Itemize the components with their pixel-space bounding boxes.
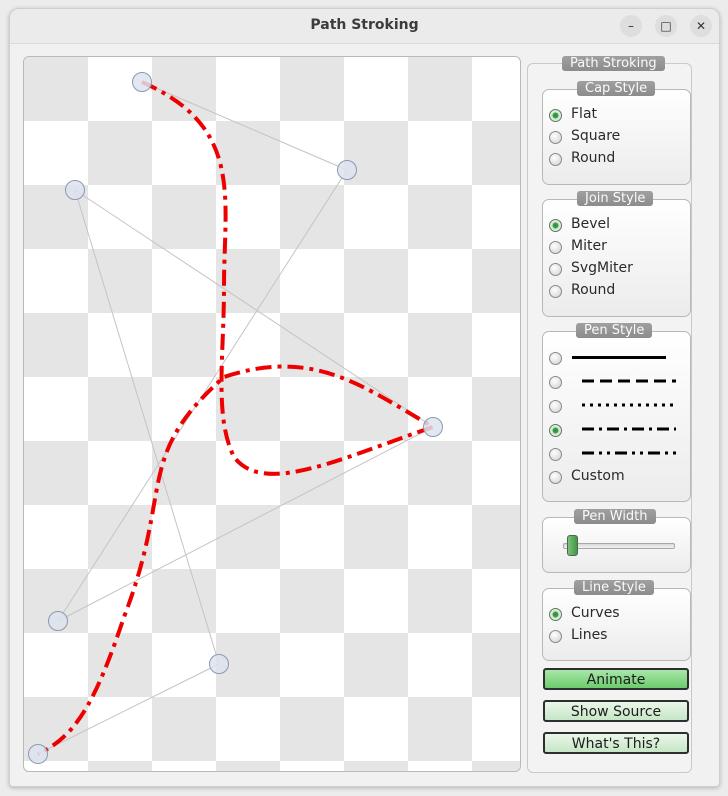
join-svgmiter-label[interactable]: SvgMiter <box>571 260 633 276</box>
maximize-button[interactable]: □ <box>655 15 677 37</box>
path-canvas[interactable] <box>23 56 521 772</box>
pen-custom-radio[interactable] <box>549 471 562 484</box>
pen-dot-radio[interactable] <box>549 400 562 413</box>
join-svgmiter-radio[interactable] <box>549 263 562 276</box>
line-lines-label[interactable]: Lines <box>571 627 607 643</box>
checkerboard-background <box>24 57 520 771</box>
show-source-button[interactable]: Show Source <box>543 700 689 722</box>
whats-this-button[interactable]: What's This? <box>543 732 689 754</box>
join-round-radio[interactable] <box>549 285 562 298</box>
cap-style-title: Cap Style <box>577 81 656 96</box>
pen-dot-sample[interactable] <box>582 403 676 407</box>
join-round-label[interactable]: Round <box>571 282 615 298</box>
title-bar[interactable]: Path Stroking – □ ✕ <box>10 9 719 44</box>
close-button[interactable]: ✕ <box>690 15 712 37</box>
pen-style-title: Pen Style <box>576 323 653 338</box>
path-drawing[interactable] <box>24 57 520 771</box>
pen-solid-sample[interactable] <box>572 356 666 359</box>
cap-flat-label[interactable]: Flat <box>571 106 597 122</box>
pen-solid-radio[interactable] <box>549 352 562 365</box>
pen-dash-radio[interactable] <box>549 376 562 389</box>
pen-width-slider-track[interactable] <box>563 543 675 549</box>
join-bevel-radio[interactable] <box>549 219 562 232</box>
cap-square-label[interactable]: Square <box>571 128 620 144</box>
join-bevel-label[interactable]: Bevel <box>571 216 610 232</box>
cap-square-radio[interactable] <box>549 131 562 144</box>
pen-width-title: Pen Width <box>574 509 656 524</box>
line-lines-radio[interactable] <box>549 630 562 643</box>
animate-button[interactable]: Animate <box>543 668 689 690</box>
pen-custom-label[interactable]: Custom <box>571 468 625 484</box>
cap-round-radio[interactable] <box>549 153 562 166</box>
pen-width-slider-handle[interactable] <box>567 535 578 556</box>
line-curves-label[interactable]: Curves <box>571 605 620 621</box>
join-miter-label[interactable]: Miter <box>571 238 607 254</box>
pen-dashdotdot-radio[interactable] <box>549 448 562 461</box>
join-style-group <box>542 199 691 317</box>
pen-dashdot-sample[interactable] <box>582 427 676 431</box>
cap-round-label[interactable]: Round <box>571 150 615 166</box>
panel-title: Path Stroking <box>562 56 665 71</box>
join-miter-radio[interactable] <box>549 241 562 254</box>
line-curves-radio[interactable] <box>549 608 562 621</box>
pen-dashdotdot-sample[interactable] <box>582 451 676 455</box>
minimize-button[interactable]: – <box>620 15 642 37</box>
pen-dash-sample[interactable] <box>582 379 676 383</box>
window-title: Path Stroking <box>310 17 419 33</box>
join-style-title: Join Style <box>577 191 654 206</box>
pen-dashdot-radio[interactable] <box>549 424 562 437</box>
line-style-group <box>542 588 691 661</box>
line-style-title: Line Style <box>574 580 654 595</box>
cap-flat-radio[interactable] <box>549 109 562 122</box>
